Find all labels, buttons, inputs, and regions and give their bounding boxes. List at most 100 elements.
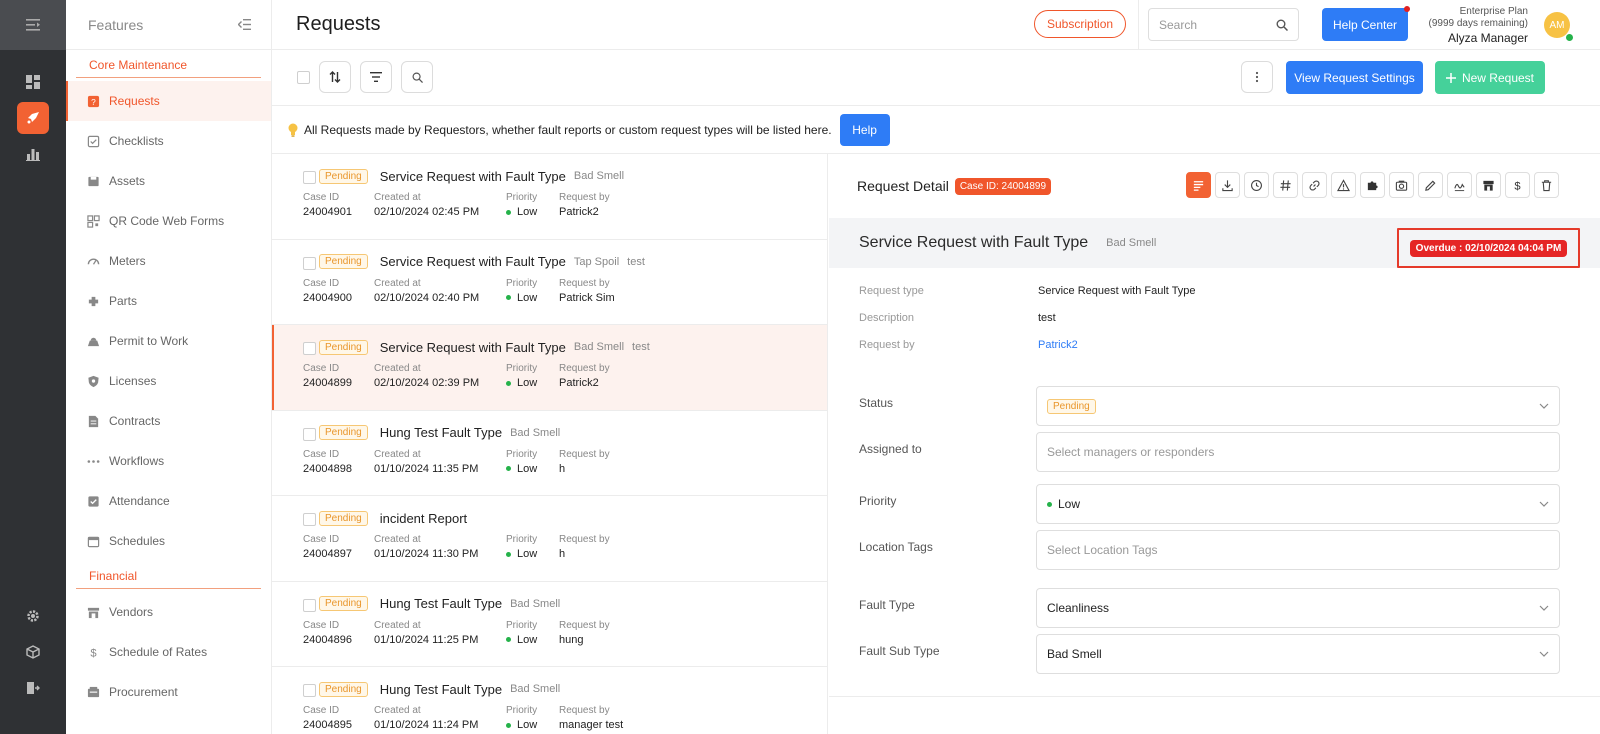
link-button[interactable] — [1302, 172, 1327, 198]
request-checkbox[interactable] — [303, 513, 316, 526]
request-tag: test — [632, 341, 650, 353]
workflow-icon — [86, 454, 100, 468]
request-detail-panel: Request Detail Case ID: 24004899 $ Servi… — [829, 154, 1600, 734]
status-select[interactable]: Pending — [1036, 386, 1560, 426]
request-list-item[interactable]: Pending Hung Test Fault Type Bad Smell Case… — [272, 667, 827, 734]
signature-button[interactable] — [1447, 172, 1472, 198]
filter-button[interactable] — [360, 61, 392, 93]
request-checkbox[interactable] — [303, 256, 316, 270]
sidebar-item-checklists[interactable]: Checklists — [66, 121, 271, 161]
sidebar-item-attendance[interactable]: Attendance — [66, 481, 271, 521]
priority-dot — [506, 722, 511, 728]
store-button[interactable] — [1476, 172, 1501, 198]
hash-icon — [1280, 179, 1291, 191]
sidebar-item-licenses[interactable]: Licenses — [66, 361, 271, 401]
request-list-item[interactable]: Pending Hung Test Fault Type Bad Smell Case… — [272, 411, 827, 496]
request-list-item[interactable]: Pending Service Request with Fault Type Ta… — [272, 240, 827, 325]
rail-dashboard[interactable] — [17, 66, 49, 98]
sidebar-item-schedules[interactable]: Schedules — [66, 521, 271, 561]
request-by-link[interactable]: Patrick2 — [1038, 339, 1078, 351]
sidebar-item-permit-to-work[interactable]: Permit to Work — [66, 321, 271, 361]
case-id-value: 24004901 — [303, 206, 352, 218]
vendor-icon — [86, 605, 100, 619]
assigned-input[interactable]: Select managers or responders — [1036, 432, 1560, 472]
detail-divider — [829, 696, 1600, 697]
request-checkbox[interactable] — [303, 427, 316, 441]
request-checkbox[interactable] — [303, 171, 316, 184]
rail-logout[interactable] — [17, 672, 49, 704]
sidebar-item-parts[interactable]: Parts — [66, 281, 271, 321]
priority-select[interactable]: Low — [1036, 484, 1560, 524]
sidebar-item-requests[interactable]: ? Requests — [66, 81, 271, 121]
download-button[interactable] — [1215, 172, 1240, 198]
asset-icon — [86, 174, 100, 188]
sidebar-item-vendors[interactable]: Vendors — [66, 592, 271, 632]
location-tags-input[interactable]: Select Location Tags — [1036, 530, 1560, 570]
fault-sub-type-select[interactable]: Bad Smell — [1036, 634, 1560, 674]
sidebar-item-schedule-of-rates[interactable]: $ Schedule of Rates — [66, 632, 271, 672]
location-label: Location Tags — [859, 540, 933, 554]
edit-button[interactable] — [1418, 172, 1443, 198]
created-label: Created at — [374, 363, 421, 374]
request-list-item[interactable]: Pending Service Request with Fault Type Ba… — [272, 325, 827, 411]
request-list-item[interactable]: Pending Hung Test Fault Type Bad Smell Case… — [272, 582, 827, 667]
priority-value: Low — [517, 548, 538, 560]
request-tag: Bad Smell — [510, 426, 561, 439]
sidebar-item-meters[interactable]: Meters — [66, 241, 271, 281]
help-button[interactable]: Help — [839, 113, 890, 146]
more-options-button[interactable] — [1241, 61, 1273, 93]
puzzle-button[interactable] — [1360, 172, 1385, 198]
request-by-label: Request by — [859, 339, 915, 351]
search-input[interactable]: Search — [1148, 8, 1299, 41]
new-request-button[interactable]: New Request — [1435, 61, 1545, 94]
warning-button[interactable] — [1331, 172, 1356, 198]
subscription-button[interactable]: Subscription — [1034, 10, 1127, 38]
sidebar-item-label: Schedule of Rates — [109, 645, 208, 659]
rail-modules[interactable] — [17, 636, 49, 668]
priority-label: Priority — [506, 448, 538, 460]
filter-icon — [370, 72, 382, 82]
request-checkbox[interactable] — [303, 342, 316, 355]
request-checkbox[interactable] — [303, 684, 316, 697]
new-request-label: New Request — [1461, 70, 1535, 85]
sidebar-item-procurement[interactable]: Procurement — [66, 672, 271, 712]
clock-button[interactable] — [1244, 172, 1269, 198]
trash-button[interactable] — [1534, 172, 1559, 198]
sidebar-item-assets[interactable]: Assets — [66, 161, 271, 201]
avatar[interactable]: AM — [1544, 12, 1574, 42]
request-tag: Bad Smell — [573, 341, 625, 353]
collapse-sidebar-icon[interactable] — [238, 19, 251, 30]
help-center-label: Help Center — [1332, 17, 1398, 32]
sidebar-item-qr-code-web-forms[interactable]: QR Code Web Forms — [66, 201, 271, 241]
sidebar-item-workflows[interactable]: Workflows — [66, 441, 271, 481]
analytics-icon — [26, 149, 40, 161]
download-icon — [1222, 179, 1233, 191]
rail-maintenance[interactable] — [17, 102, 49, 134]
dollar-button[interactable]: $ — [1505, 172, 1530, 198]
sidebar-item-contracts[interactable]: Contracts — [66, 401, 271, 441]
created-label: Created at — [374, 192, 421, 203]
sort-button[interactable] — [319, 61, 351, 93]
view-request-settings-button[interactable]: View Request Settings — [1286, 61, 1423, 94]
request-list: Pending Service Request with Fault Type Ba… — [272, 154, 828, 734]
rail-toggle[interactable] — [0, 0, 66, 50]
svg-text:$: $ — [1514, 180, 1521, 191]
rail-settings[interactable] — [17, 600, 49, 632]
details-button[interactable] — [1186, 172, 1211, 198]
details-icon — [1193, 180, 1204, 191]
list-search-button[interactable] — [401, 61, 433, 93]
request-tag: Bad Smell — [573, 170, 625, 182]
select-all-checkbox[interactable] — [297, 71, 310, 84]
request-title: Service Request with Fault Type — [379, 339, 566, 355]
request-checkbox[interactable] — [303, 598, 316, 612]
page-title: Requests — [296, 13, 381, 35]
rail-analytics[interactable] — [17, 138, 49, 170]
request-list-item[interactable]: Pending incident Report Case ID 24004897 Cre… — [272, 496, 827, 582]
fault-type-select[interactable]: Cleanliness — [1036, 588, 1560, 628]
fault-type-label: Fault Type — [859, 598, 915, 612]
status-badge: Pending — [319, 681, 368, 697]
hash-button[interactable] — [1273, 172, 1298, 198]
camera-button[interactable] — [1389, 172, 1414, 198]
license-icon — [86, 374, 100, 388]
request-list-item[interactable]: Pending Service Request with Fault Type Ba… — [272, 154, 827, 240]
